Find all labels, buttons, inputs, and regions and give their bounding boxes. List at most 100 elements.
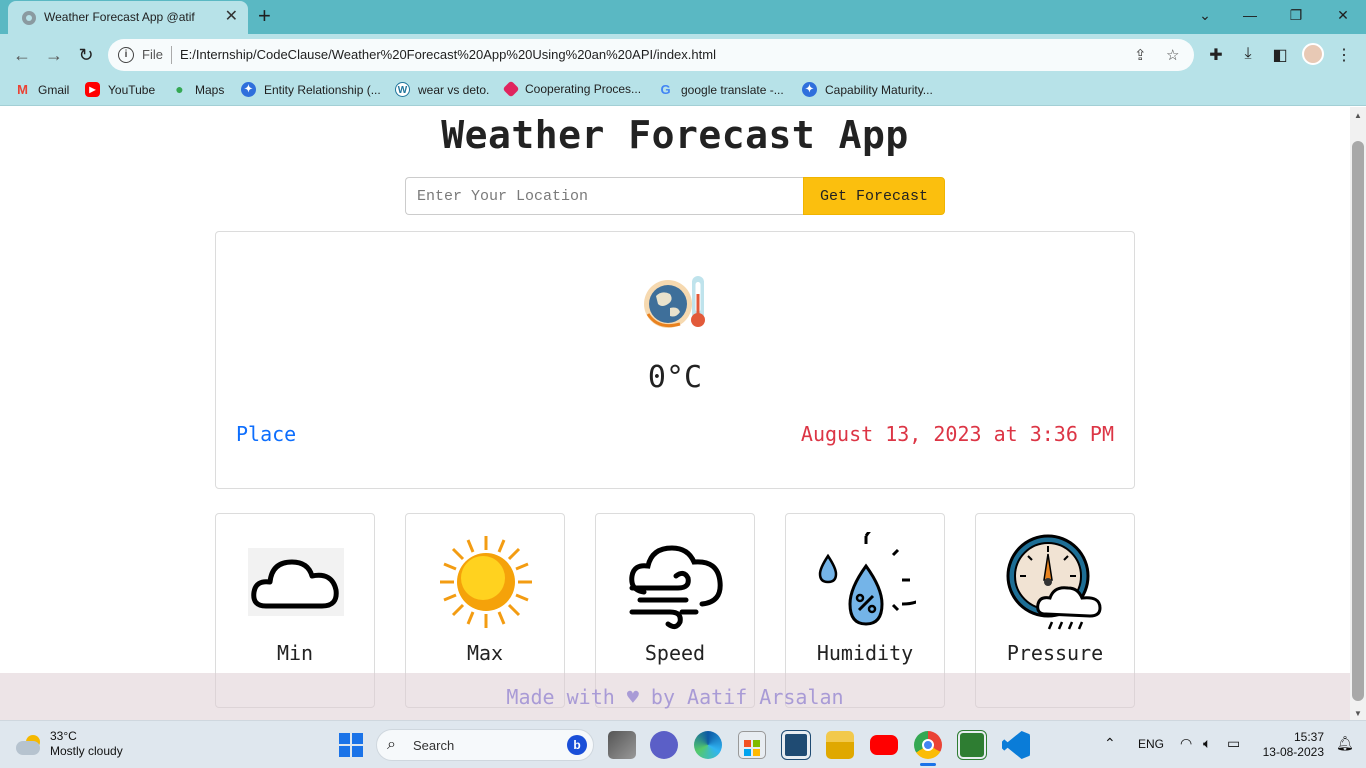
file-explorer-icon[interactable] [826, 731, 854, 759]
bookmark-label: Gmail [38, 82, 70, 97]
url-scheme-label: File [142, 47, 163, 62]
place-label: Place [236, 422, 297, 446]
share-icon[interactable]: ⇪ [1134, 46, 1147, 64]
chrome-icon[interactable] [914, 731, 942, 759]
clock-date: 13-08-2023 [1262, 745, 1324, 759]
humidity-label: Humidity [816, 641, 914, 665]
clock-time: 15:37 [1293, 730, 1324, 744]
scroll-up-arrow-icon[interactable]: ▲ [1354, 111, 1362, 120]
browser-toolbar: ← → ↻ i File E:/Internship/CodeClause/We… [0, 34, 1366, 76]
task-view-icon[interactable] [608, 731, 636, 759]
bookmark-site-icon [502, 80, 520, 98]
profile-avatar[interactable] [1302, 43, 1324, 65]
page-favicon-icon [22, 11, 36, 25]
edge-browser-icon[interactable] [694, 731, 722, 759]
bookmark-site-icon: ✦ [802, 82, 817, 97]
battery-icon[interactable]: ▭ [1227, 735, 1240, 752]
download-icon[interactable]: ⤓ [1238, 45, 1258, 63]
search-icon: ⌕ [387, 736, 396, 753]
pressure-gauge-icon [1006, 534, 1102, 630]
bookmark-entity-relationship[interactable]: ✦ Entity Relationship (... [241, 82, 381, 97]
bookmark-capability-maturity[interactable]: ✦ Capability Maturity... [802, 82, 933, 97]
page-footer: Made with ♥ by Aatif Arsalan [0, 673, 1350, 720]
taskbar-weather-temp: 33°C [50, 729, 77, 743]
humidity-icon [818, 532, 916, 626]
bing-icon[interactable]: b [567, 735, 587, 755]
browser-tab-bar: Weather Forecast App @atif ✕ + ⌄ — ❐ ✕ [0, 0, 1366, 34]
get-forecast-button[interactable]: Get Forecast [803, 177, 945, 215]
youtube-icon: ▶ [85, 82, 100, 97]
taskbar-clock[interactable]: 15:37 13-08-2023 [1258, 730, 1324, 760]
bookmark-google-translate[interactable]: G google translate -... [658, 82, 784, 97]
teams-chat-icon[interactable] [650, 731, 678, 759]
bookmark-maps[interactable]: ● Maps [172, 82, 224, 97]
taskbar-search-box[interactable]: ⌕ Search b [376, 729, 594, 761]
scrollbar-thumb[interactable] [1352, 141, 1364, 701]
max-label: Max [466, 641, 504, 665]
bookmark-wear-vs-deto[interactable]: W wear vs deto. [395, 82, 489, 97]
menu-kebab-icon[interactable]: ⋮ [1334, 45, 1354, 65]
footer-credit: Made with ♥ by Aatif Arsalan [506, 685, 844, 709]
tab-close-icon[interactable]: ✕ [225, 8, 238, 26]
speed-label: Speed [644, 641, 706, 665]
pressure-label: Pressure [1006, 641, 1104, 665]
forward-arrow-icon[interactable]: → [41, 42, 67, 68]
tab-title: Weather Forecast App @atif [44, 10, 195, 24]
address-bar[interactable]: i File E:/Internship/CodeClause/Weather%… [108, 39, 1194, 71]
minimize-button[interactable]: — [1238, 5, 1262, 25]
gmail-icon: M [17, 82, 28, 97]
wordpress-icon: W [395, 82, 410, 97]
taskbar-weather-widget[interactable]: 33°C Mostly cloudy [16, 729, 123, 759]
reload-icon[interactable]: ↻ [73, 42, 99, 68]
bookmark-label: Maps [195, 82, 225, 97]
bookmark-star-icon[interactable]: ☆ [1166, 46, 1179, 64]
windows-start-icon[interactable] [339, 733, 363, 757]
scroll-down-arrow-icon[interactable]: ▼ [1354, 709, 1362, 718]
cloud-icon [248, 548, 344, 616]
wifi-icon[interactable]: ◠ [1180, 735, 1192, 752]
chevron-up-icon[interactable]: ⌃ [1104, 735, 1116, 752]
volume-icon[interactable]: 🔈︎ [1203, 735, 1211, 752]
notification-bell-icon[interactable]: 🔔︎ [1336, 735, 1354, 752]
bookmark-label: YouTube [108, 82, 156, 97]
date-time-label: August 13, 2023 at 3:36 PM [800, 422, 1114, 446]
close-window-button[interactable]: ✕ [1331, 5, 1355, 25]
bookmark-label: Entity Relationship (... [264, 82, 381, 97]
windows-taskbar: 33°C Mostly cloudy ⌕ Search b ⌃ ENG ◠ 🔈︎… [0, 720, 1366, 768]
taskbar-search-label: Search [413, 738, 455, 753]
bookmark-label: Cooperating Proces... [525, 82, 642, 96]
tab-search-chevron-icon[interactable]: ⌄ [1193, 5, 1217, 25]
bookmark-cooperating-processes[interactable]: Cooperating Proces... [502, 80, 642, 98]
vscode-icon[interactable] [1002, 731, 1030, 759]
youtube-app-icon[interactable] [870, 735, 898, 755]
browser-tab[interactable]: Weather Forecast App @atif ✕ [8, 1, 248, 34]
microsoft-store-icon[interactable] [738, 731, 766, 759]
sun-icon [440, 536, 532, 628]
partly-cloudy-icon [16, 735, 42, 757]
bookmark-label: google translate -... [681, 82, 784, 97]
page-scrollbar[interactable]: ▲ ▼ [1350, 107, 1366, 720]
site-info-icon[interactable]: i [118, 47, 134, 63]
bookmark-gmail[interactable]: M Gmail [15, 82, 69, 97]
google-icon: G [660, 82, 671, 97]
app-icon[interactable] [781, 730, 811, 760]
language-indicator[interactable]: ENG [1138, 737, 1164, 751]
extensions-puzzle-icon[interactable]: ✚ [1206, 45, 1226, 65]
bookmark-site-icon: ✦ [241, 82, 256, 97]
omnibox-divider [171, 46, 172, 64]
globe-thermometer-icon [644, 276, 705, 328]
location-input[interactable] [405, 177, 803, 215]
temperature-value: 0°C [647, 360, 703, 395]
restore-button[interactable]: ❐ [1284, 5, 1308, 25]
notepad-app-icon[interactable] [957, 730, 987, 760]
taskbar-weather-desc: Mostly cloudy [50, 744, 123, 758]
bookmark-youtube[interactable]: ▶ YouTube [85, 82, 155, 97]
new-tab-button[interactable]: + [258, 3, 271, 29]
back-arrow-icon[interactable]: ← [9, 42, 35, 68]
url-text[interactable]: E:/Internship/CodeClause/Weather%20Forec… [180, 47, 716, 62]
current-weather-card: 0°C Place August 13, 2023 at 3:36 PM [215, 231, 1135, 489]
side-panel-icon[interactable]: ◧ [1270, 45, 1290, 65]
page-title: Weather Forecast App [441, 113, 909, 157]
wind-icon [629, 545, 723, 630]
active-app-indicator [920, 763, 936, 766]
